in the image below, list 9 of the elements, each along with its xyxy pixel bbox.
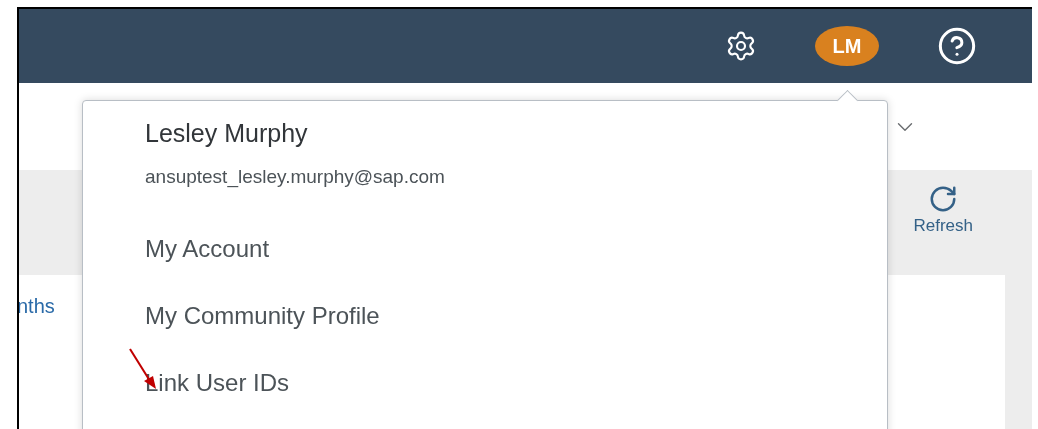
refresh-button[interactable]: Refresh: [913, 184, 973, 236]
refresh-icon: [928, 184, 959, 214]
settings-icon[interactable]: [725, 30, 757, 62]
user-name: Lesley Murphy: [145, 119, 309, 148]
help-icon[interactable]: [937, 26, 977, 66]
menu-item[interactable]: My Account: [145, 235, 887, 302]
period-link[interactable]: nths: [19, 295, 55, 317]
menu-item[interactable]: My Community Profile: [145, 302, 887, 369]
user-email: ansuptest_lesley.murphy@sap.com: [145, 166, 446, 188]
